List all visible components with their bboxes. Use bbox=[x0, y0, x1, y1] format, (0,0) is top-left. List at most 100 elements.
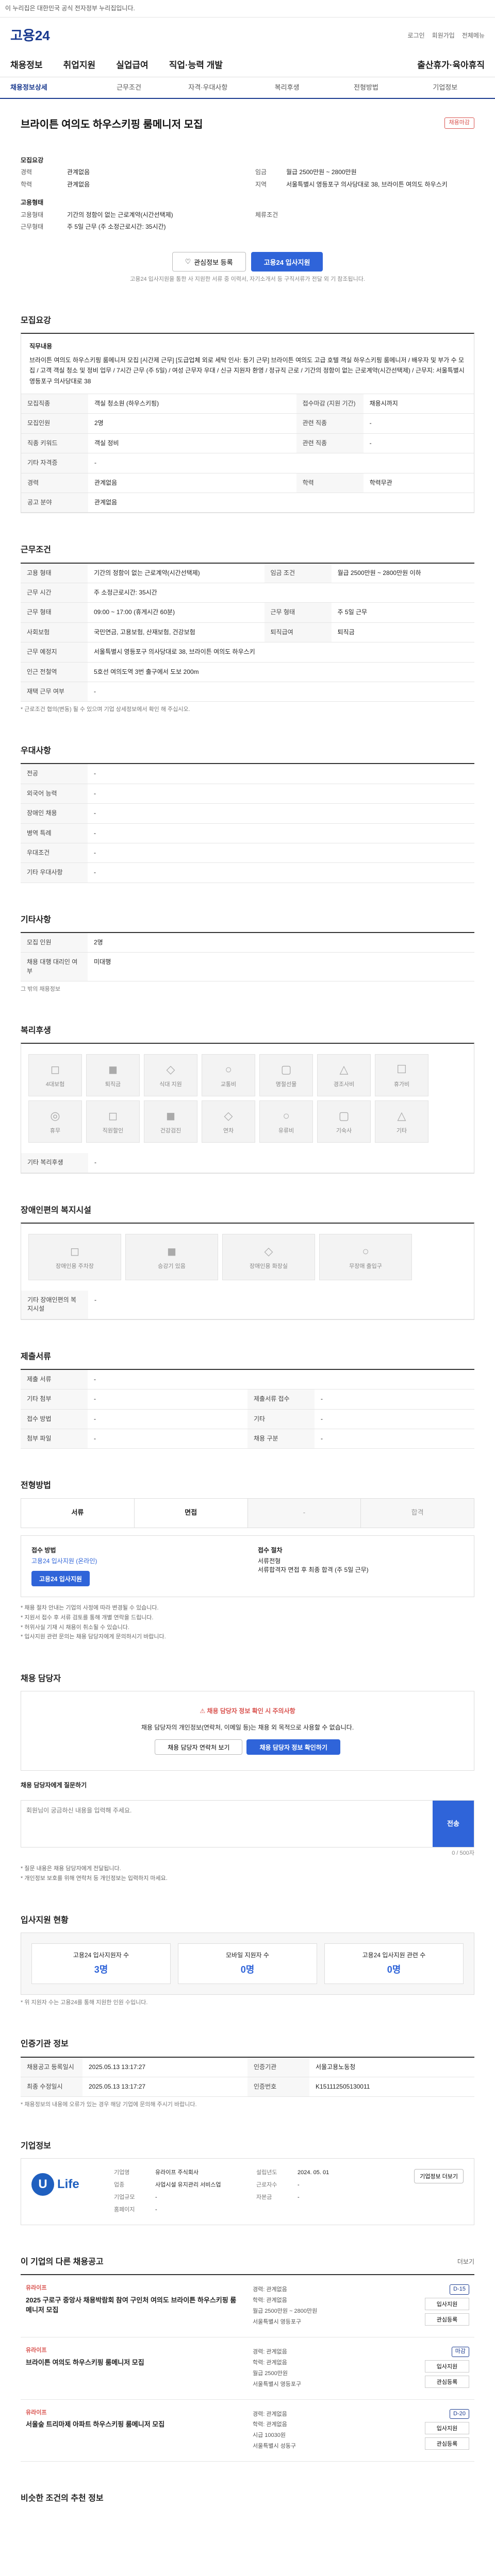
row-key: 제출 서류 bbox=[21, 1369, 88, 1390]
row-value: 서울특별시 영등포구 의사당대로 38, 브라이튼 여의도 하우스키 bbox=[88, 642, 474, 663]
site-logo[interactable]: 고용24 bbox=[10, 26, 50, 46]
tab-welfare[interactable]: 복리후생 bbox=[248, 83, 326, 93]
summary-value: 주 5일 근무 (주 소정근로시간: 35시간) bbox=[67, 223, 166, 230]
nav-leave[interactable]: 출산휴가·육아휴직 bbox=[417, 59, 485, 72]
job-favorite-button[interactable]: 관심등록 bbox=[425, 2437, 469, 2450]
nav-jobs[interactable]: 채용정보 bbox=[10, 59, 43, 72]
tab-method[interactable]: 전형방법 bbox=[326, 83, 405, 93]
manager-check-button[interactable]: 채용 담당자 정보 확인하기 bbox=[246, 1739, 340, 1755]
section-title: 입사지원 현황 bbox=[21, 1916, 69, 1925]
row-value: - bbox=[88, 1369, 474, 1390]
job-title-link[interactable]: 서울숲 트리마제 아파트 하우스키핑 룸메니저 모집 bbox=[26, 2420, 242, 2430]
benefit-icon: △ bbox=[339, 1063, 349, 1076]
table-row: 장애인 채용 - bbox=[21, 803, 474, 824]
row-key: 채용 대행 대리인 여부 bbox=[21, 952, 88, 982]
favorite-button[interactable]: ♡ 관심정보 등록 bbox=[172, 252, 246, 272]
row-key: 근무 시간 bbox=[21, 583, 88, 603]
stat-card: 고용24 입사지원 관련 수 0명 bbox=[324, 1943, 464, 1985]
benefit-label: 유류비 bbox=[278, 1128, 294, 1134]
company-key: 기업규모 bbox=[114, 2194, 135, 2201]
more-link[interactable]: 더보기 bbox=[457, 2258, 474, 2266]
row-key: 우대조건 bbox=[21, 843, 88, 863]
other-job-item[interactable]: 유라이프 서울숲 트리마제 아파트 하우스키핑 룸메니저 모집 경력: 관계없음 학력… bbox=[21, 2400, 474, 2462]
header-links: 로그인 회원가입 전체메뉴 bbox=[408, 31, 485, 40]
job-meta: 학력: 관계없음 bbox=[253, 2297, 287, 2304]
tab-company[interactable]: 기업정보 bbox=[406, 83, 485, 93]
tab-conditions[interactable]: 근무조건 bbox=[89, 83, 168, 93]
step-detail: 서류합격자 면접 후 최종 합격 (주 5일 근무) bbox=[258, 1566, 369, 1574]
summary-key: 근무형태 bbox=[21, 223, 44, 230]
job-apply-button[interactable]: 입사지원 bbox=[425, 2360, 469, 2372]
row-value: 객실 정비 bbox=[88, 433, 296, 454]
row-key: 고용 형태 bbox=[21, 563, 88, 583]
disabled-etc-label: 기타 장애인편의 복지시설 bbox=[21, 1290, 88, 1319]
signup-link[interactable]: 회원가입 bbox=[432, 31, 455, 40]
job-apply-button[interactable]: 입사지원 bbox=[425, 2422, 469, 2435]
conditions-footnote: * 근로조건 협의(변동) 될 수 있으며 기업 상세정보에서 확인 해 주십시… bbox=[21, 706, 190, 713]
apply-button-2[interactable]: 고용24 입사지원 bbox=[31, 1571, 90, 1587]
row-value: 09:00 ~ 17:00 (휴게시간 60분) bbox=[88, 602, 265, 623]
other-job-item[interactable]: 유라이프 브라이튼 여의도 하우스키핑 룸메니저 모집 경력: 관계없음 학력: 관계… bbox=[21, 2337, 474, 2400]
company-key: 설립년도 bbox=[256, 2170, 277, 2176]
tab-prefer[interactable]: 자격·우대사항 bbox=[169, 83, 248, 93]
job-title-link[interactable]: 2025 구로구 중앙사 채용박람회 참여 구인처 여의도 브라이튼 하우스키핑… bbox=[26, 2296, 242, 2315]
info-key: 최종 수정일시 bbox=[21, 2077, 82, 2097]
job-favorite-button[interactable]: 관심등록 bbox=[425, 2375, 469, 2388]
benefit-icon: ☐ bbox=[397, 1063, 407, 1076]
manager-box: ⚠ 채용 담당자 정보 확인 시 주의사항 채용 담당자의 개인정보(연락처, … bbox=[21, 1691, 474, 1771]
benefit-label: 연차 bbox=[223, 1128, 234, 1134]
all-menu-link[interactable]: 전체메뉴 bbox=[462, 31, 485, 40]
nav-support[interactable]: 취업지원 bbox=[63, 59, 96, 72]
table-row: 모집 인원 2명 bbox=[21, 932, 474, 953]
table-row: 기타 자격증 - bbox=[21, 453, 474, 473]
row-value: 채용시까지 bbox=[363, 394, 474, 414]
manager-contact-button[interactable]: 채용 담당자 연락처 보기 bbox=[155, 1739, 243, 1755]
qa-note: * 질문 내용은 채용 담당자에게 전달됩니다. bbox=[21, 1866, 121, 1872]
stat-card: 모바일 지원자 수 0명 bbox=[178, 1943, 317, 1985]
nav-training[interactable]: 직업·능력 개발 bbox=[169, 59, 223, 72]
manager-warning-text: 채용 담당자 정보 확인 시 주의사항 bbox=[207, 1707, 295, 1715]
job-favorite-button[interactable]: 관심등록 bbox=[425, 2313, 469, 2326]
job-meta: 학력: 관계없음 bbox=[253, 2359, 287, 2366]
row-key: 기타 자격증 bbox=[21, 453, 88, 473]
section-title: 기업정보 bbox=[21, 2142, 51, 2151]
info-grid: 채용공고 등록일시 2025.05.13 13:17:27 인증기관 서울고용노… bbox=[21, 2056, 474, 2097]
company-info-grid: 기업명 유라이프 주식회사 설립년도 2024. 05. 01 업종 사업시설 유지관리 … bbox=[114, 2169, 399, 2214]
row-key: 접수마감 (지원 기간) bbox=[296, 394, 364, 414]
summary-key: 경력 bbox=[21, 168, 32, 176]
section-title: 이 기업의 다른 채용공고 bbox=[21, 2258, 104, 2267]
qa-note: * 개인정보 보호를 위해 연락처 등 개인정보는 입력하지 마세요. bbox=[21, 1875, 168, 1882]
stat-label: 고용24 입사지원자 수 bbox=[73, 1951, 129, 1959]
benefit-label: 기숙사 bbox=[336, 1128, 352, 1134]
company-more-button[interactable]: 기업정보 더보기 bbox=[414, 2169, 464, 2184]
company-value: 유라이프 주식회사 bbox=[155, 2170, 199, 2176]
qa-send-button[interactable]: 전송 bbox=[433, 1801, 474, 1848]
table-row: 제출 서류 - bbox=[21, 1369, 474, 1390]
benefit-card: ◻ 4대보험 bbox=[28, 1054, 82, 1097]
row-key: 장애인 채용 bbox=[21, 803, 88, 824]
row-key: 임금 조건 bbox=[264, 563, 332, 583]
apply-button[interactable]: 고용24 입사지원 bbox=[251, 252, 323, 272]
other-job-item[interactable]: 유라이프 2025 구로구 중앙사 채용박람회 참여 구인처 여의도 브라이튼 하… bbox=[21, 2275, 474, 2337]
section-title: 채용 담당자 bbox=[21, 1674, 61, 1684]
job-apply-button[interactable]: 입사지원 bbox=[425, 2298, 469, 2311]
row-key: 직종 키워드 bbox=[21, 433, 88, 454]
tab-detail[interactable]: 채용정보상세 bbox=[10, 83, 89, 93]
row-key: 접수 방법 bbox=[21, 1409, 88, 1429]
job-title-row: 브라이튼 여의도 하우스키핑 룸메니저 모집 채용마감 bbox=[21, 99, 474, 132]
benefit-card: ☐ 휴가비 bbox=[375, 1054, 428, 1097]
row-value: 2명 bbox=[88, 932, 474, 953]
login-link[interactable]: 로그인 bbox=[408, 31, 425, 40]
row-value: - bbox=[88, 803, 474, 824]
row-value: - bbox=[363, 433, 474, 454]
company-value: - bbox=[155, 2194, 157, 2201]
deadline-tag: D-15 bbox=[450, 2284, 469, 2295]
benefit-icon: ◻ bbox=[108, 1109, 118, 1123]
summary-value: 관계없음 bbox=[67, 180, 90, 188]
info-key: 인증기관 bbox=[248, 2057, 309, 2077]
qa-input[interactable] bbox=[21, 1801, 433, 1848]
row-value: - bbox=[88, 1409, 248, 1429]
method-steps: 서류 면접 - 합격 bbox=[21, 1498, 474, 1528]
job-title-link[interactable]: 브라이튼 여의도 하우스키핑 룸메니저 모집 bbox=[26, 2358, 242, 2368]
nav-unemployment[interactable]: 실업급여 bbox=[116, 59, 148, 72]
